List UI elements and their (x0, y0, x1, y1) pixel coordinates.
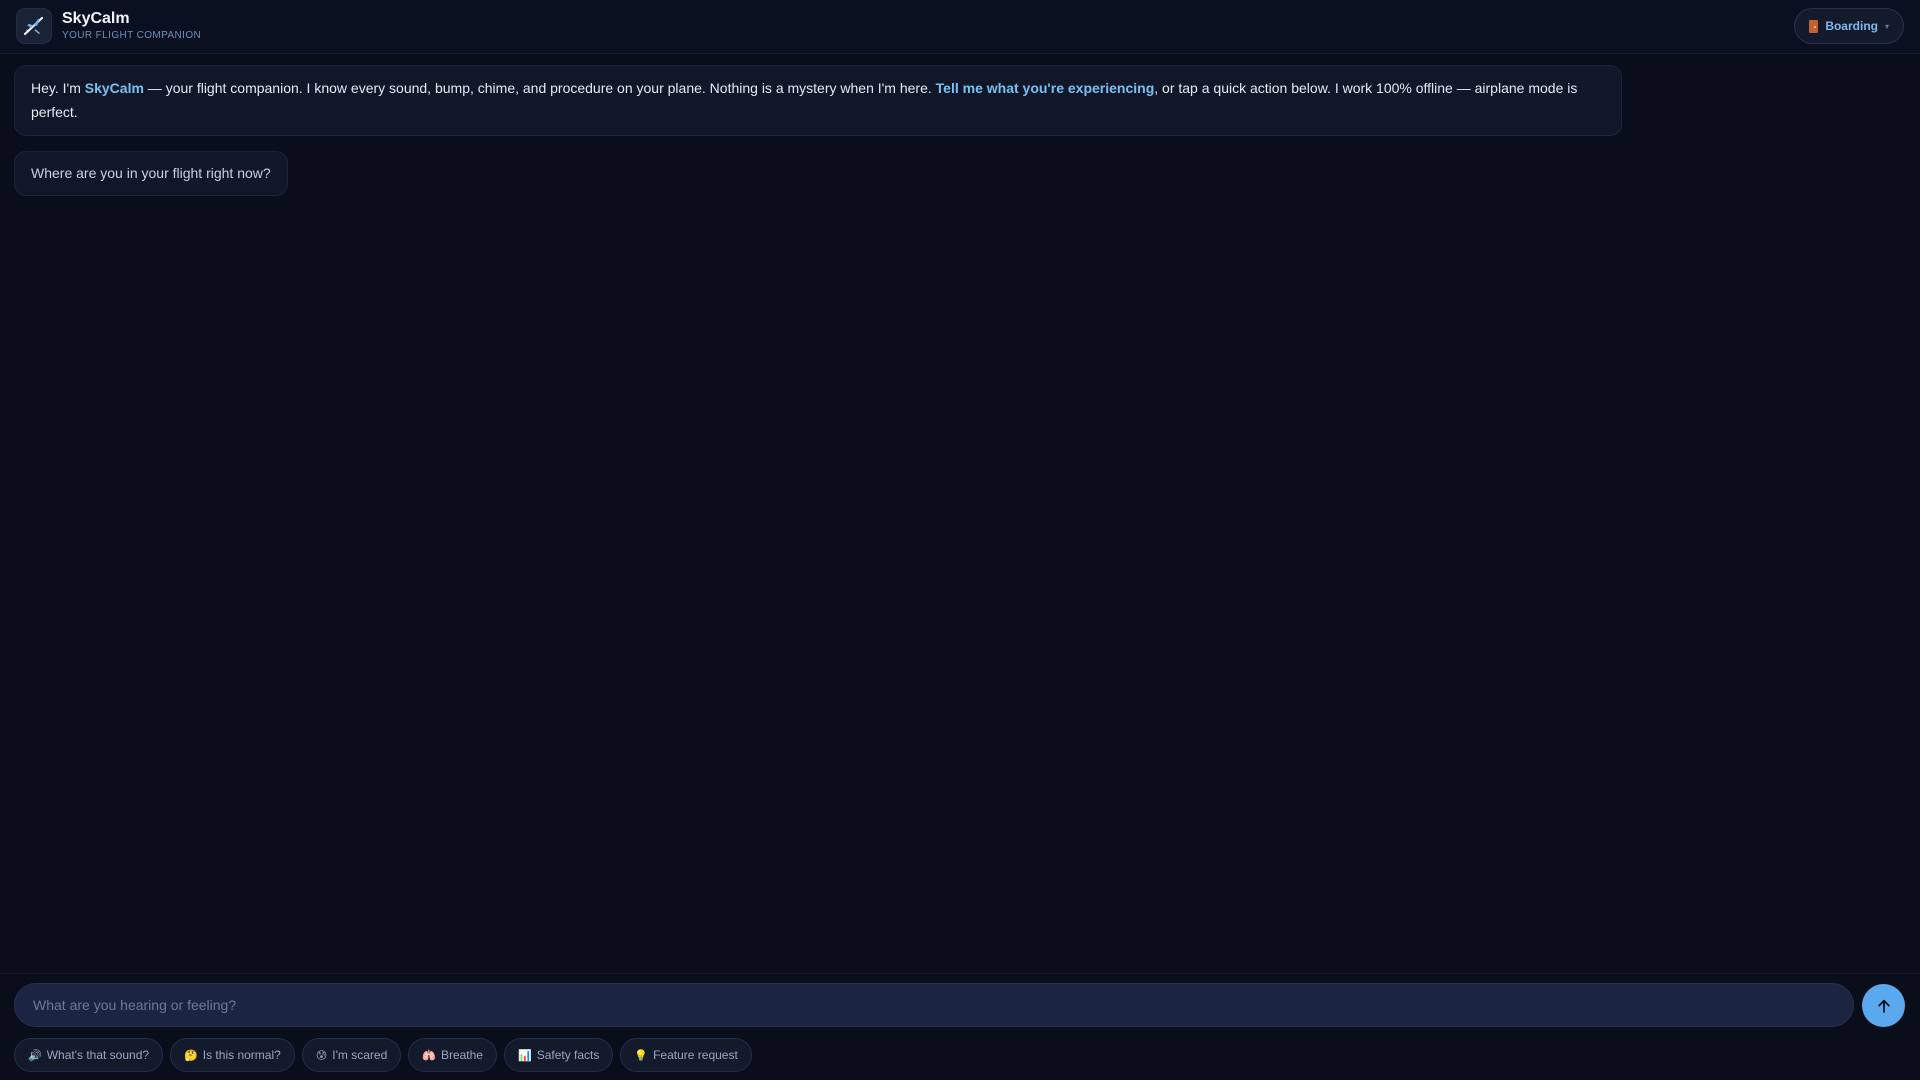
quick-action-label: Breathe (440, 1048, 483, 1062)
quick-action-label: Safety facts (536, 1048, 600, 1062)
message-input-wrapper (14, 983, 1854, 1027)
brand: SkyCalm YOUR FLIGHT COMPANION (62, 10, 201, 42)
flight-phase-dropdown[interactable]: Boarding ▾ (1794, 8, 1904, 44)
chat-thread: Hey. I'm SkyCalm — your flight companion… (0, 55, 1920, 973)
message-text: Where are you in your flight right now? (31, 165, 271, 181)
quick-action-breathe[interactable]: 🫁 Breathe (408, 1038, 497, 1072)
door-icon (1809, 19, 1819, 33)
airplane-icon (23, 16, 44, 36)
app-header: SkyCalm YOUR FLIGHT COMPANION Boarding ▾ (0, 0, 1920, 54)
anxious-face-icon: 😰 (315, 1048, 328, 1062)
quick-action-label: What's that sound? (46, 1048, 150, 1062)
send-button[interactable] (1862, 984, 1905, 1027)
app-tagline: YOUR FLIGHT COMPANION (62, 30, 202, 41)
quick-action-safety-facts[interactable]: 📊 Safety facts (503, 1038, 614, 1072)
assistant-message: Where are you in your flight right now? (14, 151, 288, 196)
quick-action-label: I'm scared (332, 1048, 388, 1062)
quick-action-feature-request[interactable]: 💡 Feature request (620, 1038, 752, 1072)
flight-phase-label: Boarding (1825, 19, 1878, 33)
assistant-message: Hey. I'm SkyCalm — your flight companion… (14, 65, 1622, 136)
brand-mention: SkyCalm (84, 80, 144, 96)
lightbulb-icon: 💡 (634, 1048, 649, 1062)
bar-chart-icon: 📊 (517, 1048, 532, 1062)
message-text: Hey. I'm (31, 80, 85, 96)
composer: 🔊 What's that sound? 🤔 Is this normal? 😰… (0, 973, 1920, 1080)
quick-action-label: Feature request (653, 1048, 738, 1062)
quick-action-whats-that-sound[interactable]: 🔊 What's that sound? (14, 1038, 164, 1072)
chevron-down-icon: ▾ (1884, 21, 1889, 31)
message-input[interactable] (15, 984, 1853, 1026)
arrow-up-icon (1877, 999, 1890, 1013)
quick-actions: 🔊 What's that sound? 🤔 Is this normal? 😰… (14, 1038, 752, 1072)
app-title: SkyCalm (62, 10, 130, 27)
thinking-face-icon: 🤔 (184, 1048, 198, 1062)
airplane-logo-icon (16, 8, 52, 44)
message-text: — your flight companion. I know every so… (143, 80, 936, 96)
quick-action-im-scared[interactable]: 😰 I'm scared (301, 1038, 402, 1072)
speaker-icon: 🔊 (28, 1048, 42, 1062)
lungs-icon: 🫁 (422, 1048, 436, 1062)
quick-action-label: Is this normal? (202, 1048, 281, 1062)
experiencing-prompt-link[interactable]: Tell me what you're experiencing (936, 80, 1155, 96)
quick-action-is-this-normal[interactable]: 🤔 Is this normal? (170, 1038, 295, 1072)
